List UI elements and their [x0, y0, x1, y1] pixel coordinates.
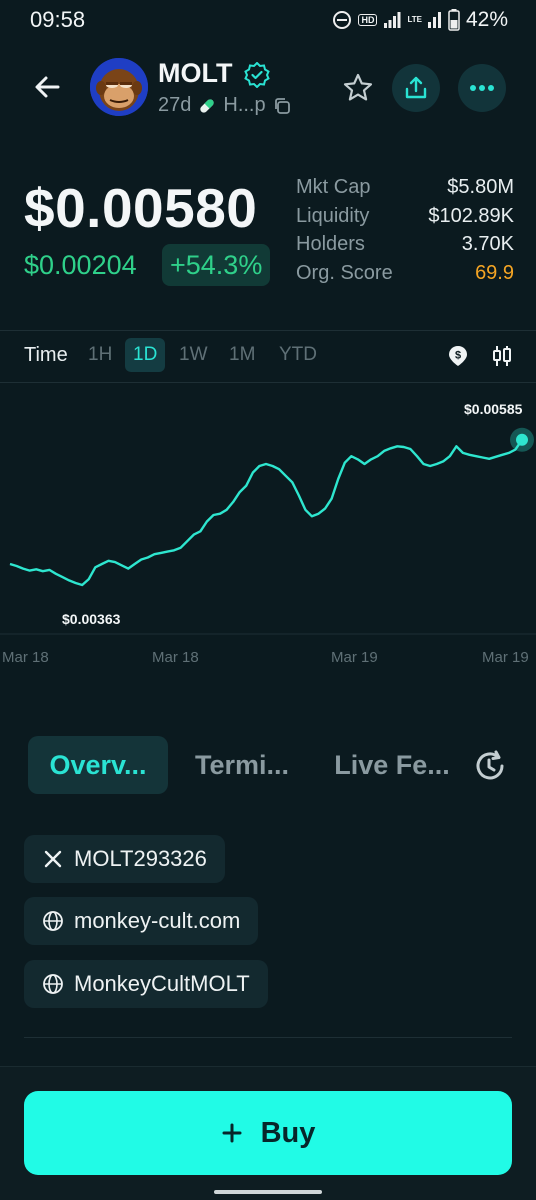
stat-value: 3.70K	[461, 233, 514, 255]
clock: 09:58	[30, 7, 86, 32]
stat-value: $102.89K	[428, 204, 514, 227]
tab-ytd[interactable]: YTD	[279, 338, 317, 372]
token-stats: Mkt Cap $5.80M Liquidity $102.89K Holder…	[296, 176, 514, 290]
tab-overview[interactable]: Overv...	[28, 736, 168, 794]
tab-1d[interactable]: 1D	[125, 338, 166, 372]
timeframe-bar: Time 1H 1D 1W 1M YTD $	[0, 338, 536, 374]
content-tabs: Overv... Termi... Live Fe...	[0, 736, 536, 794]
hd-icon: HD	[358, 14, 378, 26]
svg-text:$: $	[455, 350, 461, 362]
stat-row: Holders 3.70K	[296, 233, 514, 262]
token-source: H...p	[223, 94, 266, 116]
signal-icon	[383, 12, 401, 28]
token-header: MOLT 27d H...p	[0, 56, 536, 122]
buy-label: Buy	[260, 1116, 316, 1149]
watchlist-button[interactable]	[334, 64, 382, 112]
history-icon[interactable]	[472, 748, 508, 784]
tab-live-feed[interactable]: Live Fe...	[324, 736, 460, 794]
token-avatar	[90, 58, 148, 116]
stat-row: Mkt Cap $5.80M	[296, 176, 514, 205]
back-arrow-icon	[35, 76, 60, 98]
token-name: MOLT	[158, 58, 233, 88]
twitter-handle: MOLT293326	[74, 846, 207, 871]
copy-icon[interactable]	[272, 96, 292, 116]
x-tick-label: Mar 19	[331, 649, 378, 666]
current-price: $0.00580	[24, 177, 258, 239]
website-url: monkey-cult.com	[74, 908, 241, 933]
divider	[0, 382, 536, 383]
divider	[0, 330, 536, 331]
stat-label: Liquidity	[296, 204, 370, 227]
stat-value: $5.80M	[447, 176, 514, 198]
dollar-toggle-icon[interactable]: $	[446, 344, 470, 368]
stat-label: Mkt Cap	[296, 176, 371, 198]
lte-icon: LTE	[407, 15, 422, 24]
x-tick-label: Mar 18	[152, 649, 199, 666]
buy-button[interactable]: Buy	[24, 1091, 512, 1175]
tab-1m[interactable]: 1M	[229, 338, 255, 372]
star-icon	[343, 73, 373, 101]
tab-terminal[interactable]: Termi...	[182, 736, 302, 794]
token-subtitle: 27d H...p	[158, 94, 292, 117]
x-tick-label: Mar 18	[2, 649, 49, 666]
chart-low-label: $0.00363	[62, 611, 121, 627]
do-not-disturb-icon	[332, 10, 352, 30]
tab-1h[interactable]: 1H	[88, 338, 112, 372]
organic-score-value: 69.9	[475, 261, 514, 284]
chart-high-label: $0.00585	[464, 401, 523, 417]
more-button[interactable]	[458, 64, 506, 112]
home-indicator[interactable]	[214, 1190, 322, 1194]
battery-icon	[448, 9, 460, 31]
website-link[interactable]: monkey-cult.com	[24, 897, 259, 945]
plus-icon	[222, 1123, 242, 1143]
x-logo-icon	[42, 848, 64, 870]
twitter-link[interactable]: MOLT293326	[24, 835, 225, 883]
globe-icon	[42, 973, 64, 995]
more-icon	[470, 85, 494, 91]
price-chart[interactable]: $0.00585 $0.00363 Mar 18 Mar 18 Mar 19 M…	[0, 390, 536, 680]
status-icons: HD LTE 42%	[332, 8, 508, 32]
divider	[24, 1037, 512, 1038]
price-series-line	[9, 439, 523, 587]
stat-row: Org. Score 69.9	[296, 262, 514, 291]
signal-icon	[427, 12, 442, 28]
stat-label: Org. Score	[296, 261, 393, 284]
time-label: Time	[24, 343, 68, 366]
stat-row: Liquidity $102.89K	[296, 205, 514, 234]
price-change-absolute: $0.00204	[24, 250, 137, 280]
stat-label: Holders	[296, 233, 365, 255]
back-button[interactable]	[30, 70, 64, 104]
price-change-percent: +54.3%	[162, 244, 271, 286]
globe-icon	[42, 910, 64, 932]
share-icon	[405, 76, 427, 99]
tab-1w[interactable]: 1W	[179, 338, 208, 372]
community-link[interactable]: MonkeyCultMOLT	[24, 960, 268, 1008]
token-age: 27d	[158, 94, 192, 116]
status-bar: 09:58 HD LTE 42%	[0, 0, 536, 40]
pill-icon	[200, 98, 215, 113]
candlestick-icon[interactable]	[490, 344, 514, 368]
share-button[interactable]	[392, 64, 440, 112]
battery-percent: 42%	[465, 8, 508, 31]
community-name: MonkeyCultMOLT	[74, 971, 250, 996]
current-price-marker	[516, 433, 528, 446]
verified-icon	[244, 62, 270, 88]
x-tick-label: Mar 19	[482, 649, 529, 666]
